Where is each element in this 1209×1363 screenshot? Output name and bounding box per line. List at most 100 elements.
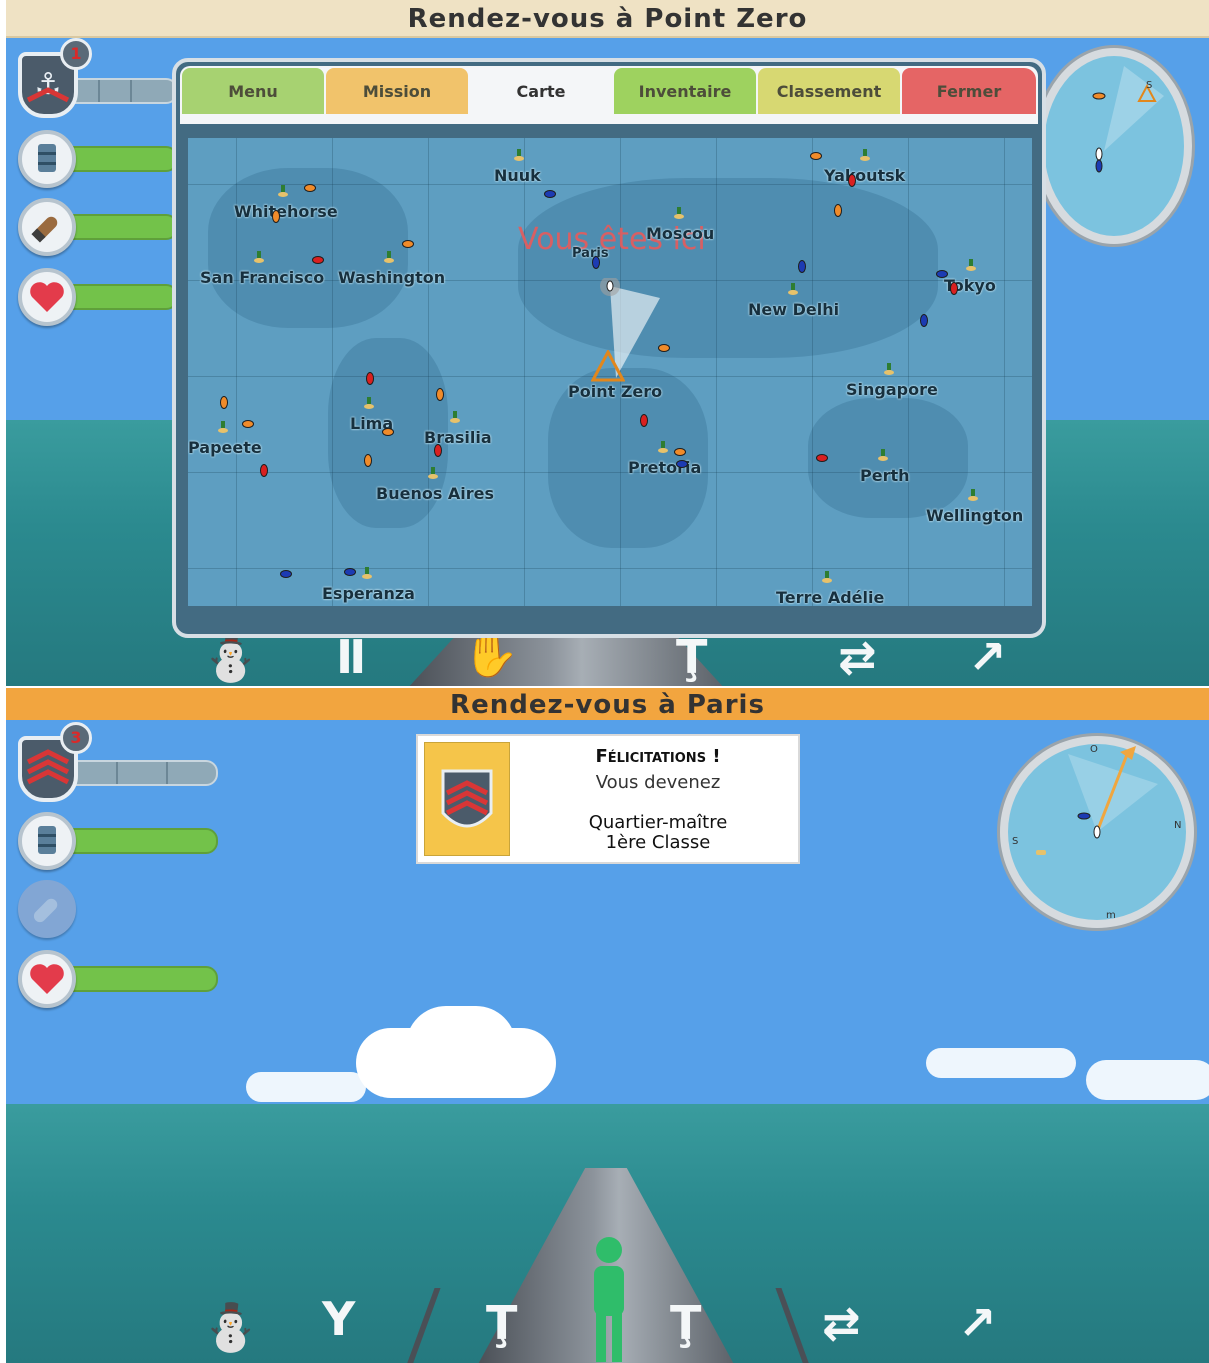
cloud (406, 1006, 516, 1086)
tab-inventaire[interactable]: Inventaire (614, 68, 756, 114)
compass-letter-o: O (1090, 744, 1098, 755)
enemy-ship-icon (260, 464, 268, 477)
screen-promotion: Rendez-vous à Paris 3 Félicitations ! Vo… (6, 688, 1209, 1363)
point-zero-marker-icon (591, 350, 625, 382)
enemy-ship-icon (436, 388, 444, 401)
enemy-ship-icon (848, 174, 856, 187)
pose-arms-up-icon[interactable]: Y (322, 1294, 355, 1344)
enemy-ship-icon (242, 420, 254, 428)
enemy-ship-icon (364, 454, 372, 467)
popup-line: Vous devenez (595, 772, 721, 793)
player-avatar-icon (594, 1237, 624, 1362)
continent-north-america (208, 168, 408, 328)
continent-australia (808, 398, 968, 518)
tab-fermer[interactable]: Fermer (902, 68, 1036, 114)
enemy-ship-icon (810, 152, 822, 160)
ally-ship-icon (280, 570, 292, 578)
rank-progress-bar (66, 78, 178, 104)
enemy-ship-icon (304, 184, 316, 192)
rank-badge-number: 3 (60, 722, 92, 754)
pose-turn-icon[interactable]: ⇄ (822, 1298, 861, 1348)
island-icon (514, 149, 524, 161)
enemy-ship-icon (220, 396, 228, 409)
city-perth: Perth (860, 466, 910, 485)
ally-ship-icon (676, 460, 688, 468)
ally-ship-icon (798, 260, 806, 273)
island-icon (254, 251, 264, 263)
heart-icon (18, 268, 76, 326)
promotion-popup: Félicitations ! Vous devenez Quartier-ma… (416, 734, 800, 864)
city-wellington: Wellington (926, 506, 1024, 525)
enemy-ship-icon (434, 444, 442, 457)
torpedo-bar (66, 214, 178, 240)
ally-ship-icon (544, 190, 556, 198)
torpedo-icon (18, 880, 76, 938)
city-washington: Washington (338, 268, 446, 287)
city-buenos-aires: Buenos Aires (376, 484, 495, 503)
island-icon (788, 283, 798, 295)
pose-arms-out-icon[interactable]: Ţ (670, 1298, 701, 1348)
ally-ship-icon (936, 270, 948, 278)
island-icon (218, 421, 228, 433)
island-icon (450, 411, 460, 423)
map-panel: Menu Mission Carte Inventaire Classement… (172, 58, 1046, 638)
heart-icon (18, 950, 76, 1008)
island-icon (658, 441, 668, 453)
city-papeete: Papeete (188, 438, 262, 457)
ally-ship-icon (344, 568, 356, 576)
city-moscou: Moscou (646, 224, 715, 243)
pose-stand-icon[interactable]: Ⅱ (336, 632, 366, 682)
city-brasilia: Brasilia (424, 428, 492, 447)
fuel-bar (66, 828, 218, 854)
tab-mission[interactable]: Mission (326, 68, 468, 114)
tab-carte[interactable]: Carte (470, 68, 612, 114)
cloud (1086, 1060, 1209, 1100)
island-icon (362, 567, 372, 579)
pose-arms-out-icon[interactable]: Ţ (486, 1298, 517, 1348)
island-icon (428, 467, 438, 479)
health-bar (66, 284, 178, 310)
island-icon (966, 259, 976, 271)
pose-turn-icon[interactable]: ⇄ (838, 632, 877, 682)
mission-title: Rendez-vous à Point Zero (6, 0, 1209, 38)
world-map[interactable]: Vous êtes ici Nuuk Yakoutsk Whitehorse M… (188, 138, 1032, 606)
enemy-ship-icon (640, 414, 648, 427)
island-icon (860, 149, 870, 161)
health-bar (66, 966, 218, 992)
pose-crouch-icon[interactable]: ⛄ (202, 632, 259, 682)
pose-arms-out-icon[interactable]: Ţ (676, 632, 707, 682)
city-new-delhi: New Delhi (748, 300, 840, 319)
island-icon (822, 571, 832, 583)
island-icon (674, 207, 684, 219)
tab-menu[interactable]: Menu (182, 68, 324, 114)
city-singapore: Singapore (846, 380, 938, 399)
radar-sweep: S (1092, 66, 1164, 173)
rank-insignia-frame (424, 742, 510, 856)
island-icon (364, 397, 374, 409)
fuel-icon (18, 130, 76, 188)
torpedo-icon (18, 198, 76, 256)
city-nuuk: Nuuk (494, 166, 541, 185)
cloud (246, 1072, 366, 1102)
enemy-ship-icon (834, 204, 842, 217)
radar-sweep: O N S m (1012, 744, 1181, 921)
ally-ship-icon (920, 314, 928, 327)
city-yakoutsk: Yakoutsk (824, 166, 906, 185)
compass-letter-m: m (1106, 910, 1116, 920)
pose-point-icon[interactable]: ↗ (968, 632, 1007, 682)
compass-letter-n: N (1174, 820, 1181, 831)
pose-point-icon[interactable]: ↗ (958, 1298, 997, 1348)
svg-text:S: S (1146, 80, 1152, 91)
tab-classement[interactable]: Classement (758, 68, 900, 114)
rank-progress-bar (66, 760, 218, 786)
island-icon (384, 251, 394, 263)
enemy-ship-icon (366, 372, 374, 385)
pose-crouch-icon[interactable]: ⛄ (202, 1302, 259, 1352)
enemy-ship-icon (816, 454, 828, 462)
city-terre-adelie: Terre Adélie (776, 588, 885, 606)
enemy-ship-icon (658, 344, 670, 352)
radar-compass: S (1036, 48, 1192, 244)
fuel-bar (66, 146, 178, 172)
city-san-francisco: San Francisco (200, 268, 325, 287)
island-icon (884, 363, 894, 375)
